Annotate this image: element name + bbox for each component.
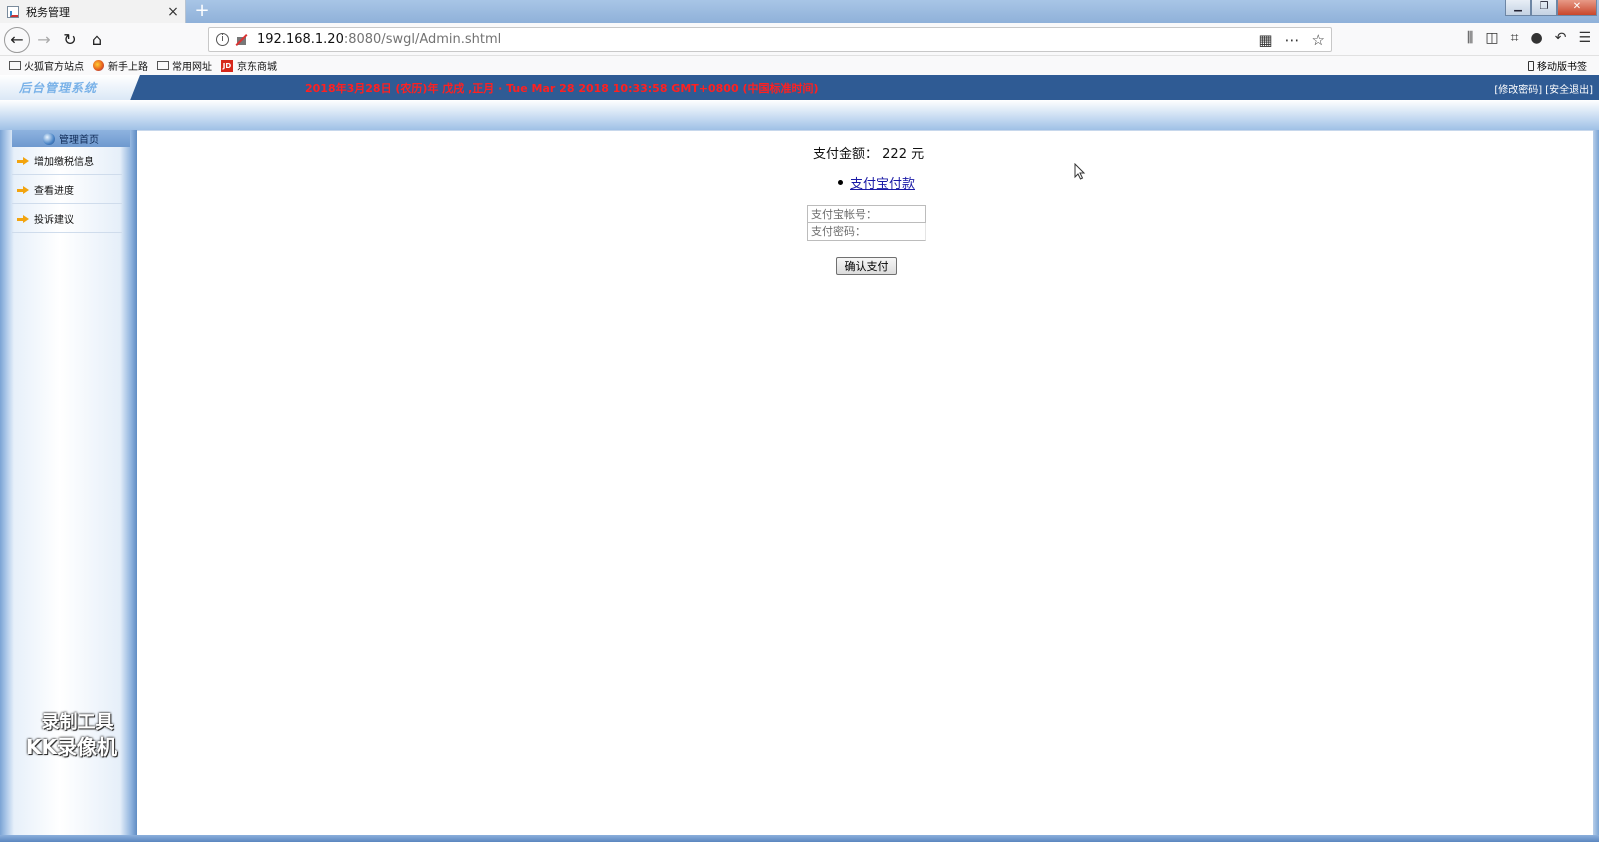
- amount-unit: 元: [911, 147, 925, 162]
- menu-hamburger-icon[interactable]: ☰: [1578, 30, 1591, 46]
- bookmark-star-icon[interactable]: ☆: [1312, 31, 1325, 49]
- undo-icon[interactable]: ↶: [1555, 30, 1567, 46]
- back-arrow-icon[interactable]: ←: [4, 27, 30, 53]
- alipay-account-input[interactable]: [807, 205, 926, 223]
- bullet-icon: [838, 180, 843, 185]
- window-close-icon[interactable]: ✕: [1557, 0, 1597, 16]
- sidebar-item-add-tax-info[interactable]: 增加缴税信息: [12, 147, 122, 175]
- library-icon[interactable]: ⫼: [1467, 30, 1473, 46]
- watermark-line2: KK录像机: [26, 735, 117, 759]
- sidebar-item-complaints[interactable]: 投诉建议: [12, 205, 122, 233]
- window-controls: ▁ ❐ ✕: [1505, 0, 1597, 16]
- pay-password-input[interactable]: [807, 223, 926, 241]
- arrow-right-icon: [17, 156, 29, 165]
- bookmarks-bar: 火狐官方站点 新手上路 常用网址 JD 京东商城 移动版书签: [0, 56, 1599, 75]
- globe-icon: [43, 132, 55, 145]
- page-actions-icon[interactable]: ⋯: [1285, 31, 1300, 49]
- screenshot-crop-icon[interactable]: ⌗: [1511, 30, 1519, 46]
- mobile-bookmarks[interactable]: 移动版书签: [1528, 58, 1587, 73]
- bookmark-item[interactable]: 新手上路: [93, 58, 148, 73]
- change-password-link[interactable]: [修改密码]: [1494, 81, 1542, 96]
- tab-title: 税务管理: [26, 5, 70, 19]
- arrow-right-icon: [17, 214, 29, 223]
- frame-bottom-edge: [0, 835, 1599, 842]
- frame-right-edge: [1593, 130, 1599, 835]
- url-text[interactable]: 192.168.1.20:8080/swgl/Admin.shtml: [257, 32, 501, 47]
- page-header: 后台管理系统 2018年3月28日 (农历)年 戊戌 ,正月 · Tue Mar…: [0, 75, 1599, 100]
- logout-link[interactable]: [安全退出]: [1545, 81, 1593, 96]
- confirm-payment-button[interactable]: 确认支付: [836, 257, 897, 275]
- browser-tabstrip: 税务管理 × + ▁ ❐ ✕: [0, 0, 1599, 23]
- sidebar-item-label: 查看进度: [34, 186, 74, 197]
- sidebar-item-label: 投诉建议: [34, 215, 74, 226]
- date-marquee: 2018年3月28日 (农历)年 戊戌 ,正月 · Tue Mar 28 201…: [305, 82, 819, 95]
- bookmark-label: 新手上路: [108, 62, 148, 73]
- pay-option-item: 支付宝付款: [838, 173, 915, 192]
- chat-bubble-icon[interactable]: ●: [1530, 30, 1542, 46]
- jd-icon: JD: [221, 59, 233, 72]
- bookmark-item[interactable]: JD 京东商城: [221, 58, 277, 73]
- insecure-lock-icon[interactable]: [235, 33, 248, 46]
- close-tab-icon[interactable]: ×: [165, 4, 181, 20]
- logo-area: 后台管理系统: [0, 75, 140, 100]
- recorder-watermark: 录制工具 KK录像机: [26, 712, 117, 758]
- bookmark-label: 常用网址: [172, 62, 212, 73]
- url-host: 192.168.1.20: [257, 32, 344, 47]
- amount-value: 222: [882, 147, 907, 162]
- mobile-bookmarks-label: 移动版书签: [1537, 62, 1587, 73]
- phone-icon: [1528, 60, 1534, 71]
- bookmark-item[interactable]: 常用网址: [157, 58, 212, 73]
- minimize-icon[interactable]: ▁: [1505, 0, 1531, 16]
- header-links: [修改密码] [安全退出]: [1494, 81, 1593, 96]
- browser-tab[interactable]: 税务管理 ×: [0, 0, 186, 23]
- restore-icon[interactable]: ❐: [1531, 0, 1557, 16]
- url-bar-actions: ▦ ⋯ ☆: [1258, 31, 1325, 49]
- sidebar-title: 管理首页: [59, 135, 99, 146]
- sidebar-item-view-progress[interactable]: 查看进度: [12, 176, 122, 204]
- url-path: :8080/swgl/Admin.shtml: [343, 32, 502, 47]
- home-icon[interactable]: ⌂: [86, 29, 108, 51]
- folder-icon: [157, 61, 169, 70]
- bookmark-label: 火狐官方站点: [24, 62, 84, 73]
- header-gradient-band: [0, 100, 1599, 130]
- url-bar[interactable]: i 192.168.1.20:8080/swgl/Admin.shtml ▦ ⋯…: [208, 27, 1332, 52]
- sidebar-home-header[interactable]: 管理首页: [12, 130, 130, 147]
- alipay-link[interactable]: 支付宝付款: [850, 173, 915, 192]
- payment-amount: 支付金额： 222 元: [813, 143, 924, 162]
- page-favicon-icon: [7, 5, 19, 18]
- sidebar-toggle-icon[interactable]: ◫: [1485, 30, 1498, 46]
- folder-icon: [9, 61, 21, 70]
- browser-navbar: ← → ↻ ⌂ i 192.168.1.20:8080/swgl/Admin.s…: [0, 23, 1599, 56]
- amount-label: 支付金额：: [813, 147, 879, 162]
- watermark-line1: 录制工具: [41, 712, 114, 733]
- site-info-icon[interactable]: i: [216, 33, 229, 46]
- forward-arrow-icon[interactable]: →: [33, 29, 55, 51]
- bookmark-label: 京东商城: [237, 62, 277, 73]
- new-tab-button[interactable]: +: [192, 1, 212, 21]
- browser-toolbar: ⫼ ◫ ⌗ ● ↶ ☰: [1467, 30, 1591, 46]
- qr-code-icon[interactable]: ▦: [1258, 31, 1272, 49]
- site-logo: 后台管理系统: [19, 81, 98, 95]
- arrow-right-icon: [17, 185, 29, 194]
- bookmark-item[interactable]: 火狐官方站点: [9, 58, 84, 73]
- reload-icon[interactable]: ↻: [59, 29, 81, 51]
- firefox-icon: [93, 60, 104, 71]
- sidebar-item-label: 增加缴税信息: [34, 157, 94, 168]
